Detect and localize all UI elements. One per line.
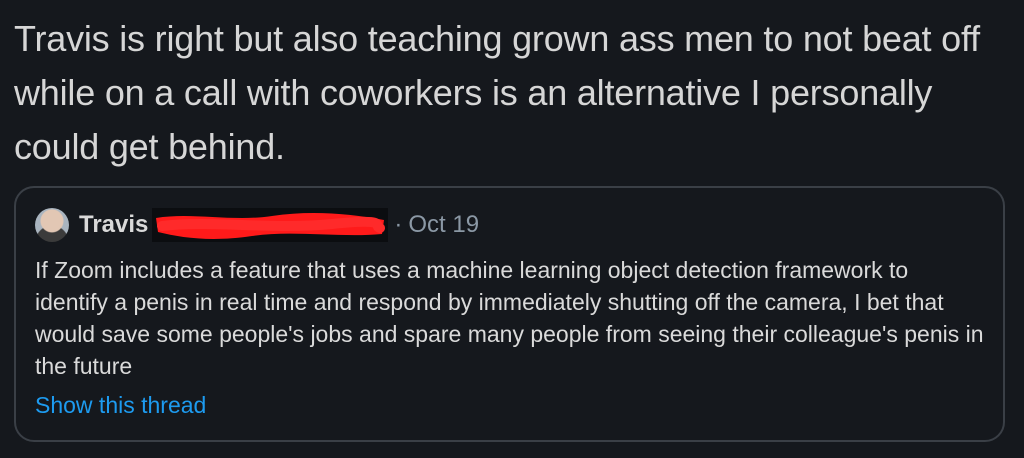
quoted-tweet-card[interactable]: Travis · Oct 19 If Zoom includes a featu… (14, 186, 1005, 442)
tweet-text: Travis is right but also teaching grown … (14, 18, 980, 167)
avatar[interactable] (35, 208, 69, 242)
show-thread-link[interactable]: Show this thread (35, 392, 206, 419)
tweet-screenshot: Travis is right but also teaching grown … (0, 0, 1024, 458)
date-separator: · (394, 211, 403, 238)
redaction-scribble (152, 208, 389, 242)
quoted-tweet-date[interactable]: Oct 19 (408, 211, 479, 239)
quoted-tweet-text: If Zoom includes a feature that uses a m… (35, 257, 984, 379)
quoted-author-name[interactable]: Travis (79, 211, 148, 239)
redaction-scribble-icon (156, 213, 386, 239)
quoted-tweet-header: Travis · Oct 19 (35, 207, 479, 243)
